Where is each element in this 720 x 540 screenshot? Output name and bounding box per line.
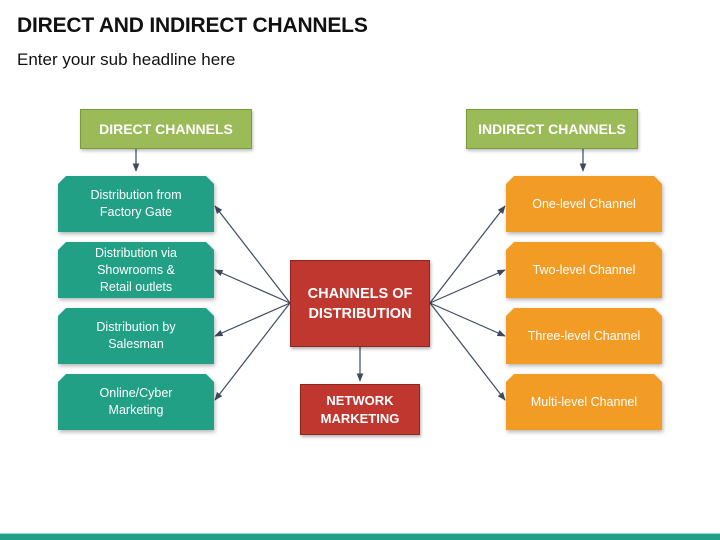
direct-item-label: Distribution from Factory Gate	[90, 188, 182, 219]
direct-item-factory-gate: Distribution from Factory Gate	[58, 176, 214, 232]
indirect-item-one-level: One-level Channel	[506, 176, 662, 232]
direct-item-label: Online/Cyber Marketing	[99, 386, 173, 417]
arrow-to-indirect-4	[429, 302, 506, 401]
center-label: CHANNELS OF DISTRIBUTION	[307, 285, 413, 322]
indirect-item-multi-level: Multi-level Channel	[506, 374, 662, 430]
direct-item-label: Distribution via Showrooms & Retail outl…	[95, 245, 177, 294]
direct-item-showrooms: Distribution via Showrooms & Retail outl…	[58, 242, 214, 298]
indirect-item-three-level: Three-level Channel	[506, 308, 662, 364]
arrow-to-indirect-2	[429, 269, 506, 304]
direct-item-salesman: Distribution by Salesman	[58, 308, 214, 364]
network-marketing-box: NETWORK MARKETING	[300, 384, 420, 435]
arrow-to-direct-1	[214, 205, 291, 304]
indirect-channels-header: INDIRECT CHANNELS	[466, 109, 638, 149]
arrow-to-direct-2	[214, 269, 291, 304]
direct-channels-header: DIRECT CHANNELS	[80, 109, 252, 149]
indirect-item-label: Three-level Channel	[527, 328, 641, 343]
arrow-to-direct-3	[214, 302, 291, 337]
direct-item-online: Online/Cyber Marketing	[58, 374, 214, 430]
network-label: NETWORK MARKETING	[320, 392, 400, 426]
arrow-to-indirect-1	[429, 205, 506, 304]
indirect-item-label: Multi-level Channel	[530, 394, 638, 409]
indirect-item-label: One-level Channel	[532, 196, 636, 211]
arrow-to-direct-4	[214, 302, 291, 401]
direct-item-label: Distribution by Salesman	[96, 320, 176, 351]
indirect-item-label: Two-level Channel	[532, 262, 636, 277]
channels-of-distribution-box: CHANNELS OF DISTRIBUTION	[290, 260, 430, 347]
indirect-item-two-level: Two-level Channel	[506, 242, 662, 298]
bottom-accent-bar	[0, 533, 720, 540]
arrow-to-indirect-3	[429, 302, 506, 337]
